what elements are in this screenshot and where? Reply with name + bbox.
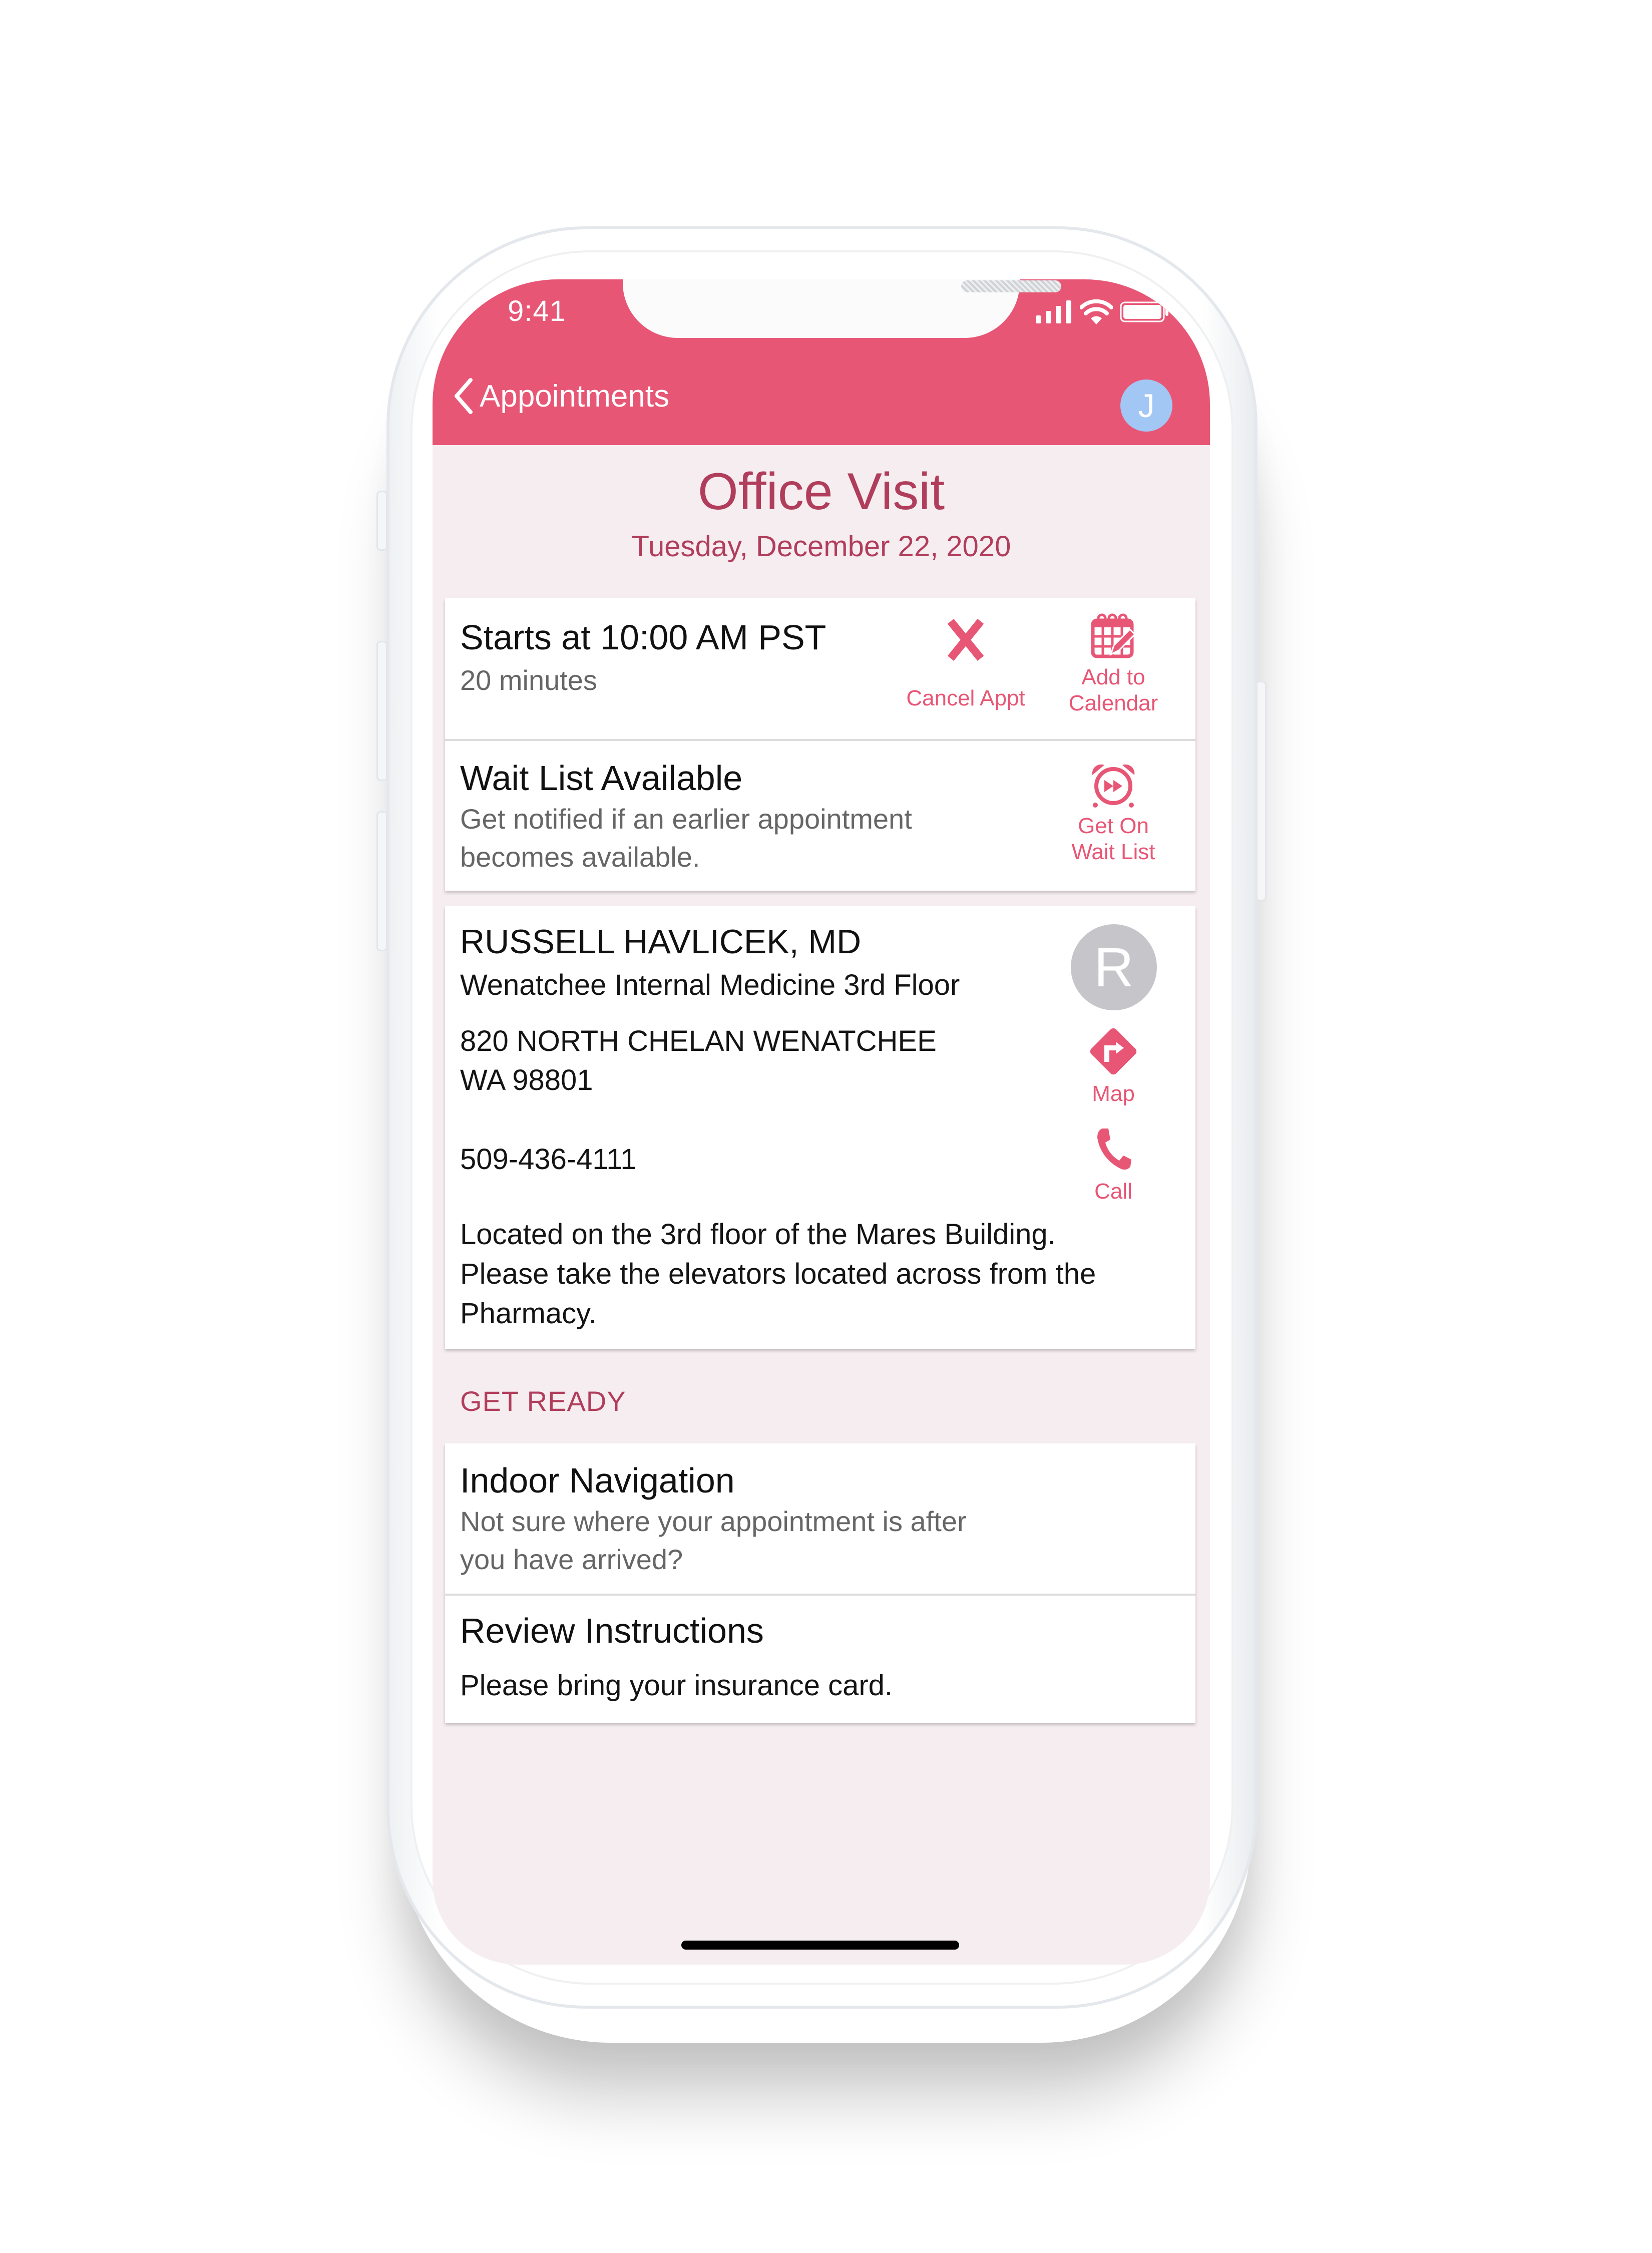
notch xyxy=(623,279,1061,338)
get-on-wait-list-label-1: Get On xyxy=(1078,814,1149,838)
wifi-icon xyxy=(1080,299,1113,324)
directions-line-2: Please take the elevators located across… xyxy=(460,1258,1096,1290)
address-line-1: 820 NORTH CHELAN WENATCHEE xyxy=(460,1025,937,1057)
battery-icon xyxy=(1120,301,1168,322)
status-time: 9:41 xyxy=(508,295,566,327)
user-avatar[interactable]: J xyxy=(1120,380,1172,432)
nav-header: 9:41 Appointments J xyxy=(433,279,1210,445)
map-button[interactable]: Map xyxy=(1051,1024,1176,1107)
wait-list-title: Wait List Available xyxy=(460,759,743,798)
close-icon xyxy=(947,618,984,661)
add-to-calendar-label-2: Calendar xyxy=(1068,691,1158,715)
appointment-time-row: Starts at 10:00 AM PST 20 minutes Cancel… xyxy=(445,598,1195,739)
user-avatar-initial: J xyxy=(1138,387,1155,424)
back-button[interactable]: Appointments xyxy=(453,377,669,415)
status-icons xyxy=(1036,299,1170,324)
indoor-navigation-desc-2: you have arrived? xyxy=(460,1544,683,1575)
signal-icon xyxy=(1036,300,1071,323)
phone-icon xyxy=(1097,1129,1131,1170)
home-indicator[interactable] xyxy=(681,1941,959,1950)
review-instructions-title: Review Instructions xyxy=(460,1611,764,1650)
provider-avatar: R xyxy=(1071,924,1157,1010)
back-label: Appointments xyxy=(480,379,670,414)
review-instructions-row[interactable]: Review Instructions Please bring your in… xyxy=(445,1594,1195,1723)
provider-name: RUSSELL HAVLICEK, MD xyxy=(460,923,862,961)
volume-up-button xyxy=(376,641,387,781)
provider-card: RUSSELL HAVLICEK, MD Wenatchee Internal … xyxy=(445,906,1195,1349)
appointment-date: Tuesday, December 22, 2020 xyxy=(631,530,1011,563)
indoor-navigation-title: Indoor Navigation xyxy=(460,1461,735,1500)
indoor-navigation-desc-1: Not sure where your appointment is after xyxy=(460,1506,967,1537)
directions-icon xyxy=(1090,1028,1137,1075)
alarm-clock-fast-forward-icon xyxy=(1092,764,1135,808)
speaker-grill xyxy=(961,280,1061,292)
map-label: Map xyxy=(1092,1081,1135,1106)
start-time: Starts at 10:00 AM PST xyxy=(460,618,827,657)
get-ready-card: Indoor Navigation Not sure where your ap… xyxy=(445,1443,1195,1723)
provider-phone: 509-436-4111 xyxy=(460,1143,637,1176)
provider-avatar-initial: R xyxy=(1094,936,1134,998)
add-to-calendar-button[interactable]: Add to Calendar xyxy=(1048,613,1178,716)
review-instructions-desc: Please bring your insurance card. xyxy=(460,1669,893,1702)
call-button[interactable]: Call xyxy=(1051,1126,1176,1205)
get-on-wait-list-button[interactable]: Get On Wait List xyxy=(1048,761,1178,865)
appointment-summary-card: Starts at 10:00 AM PST 20 minutes Cancel… xyxy=(445,598,1195,891)
wait-list-desc-1: Get notified if an earlier appointment xyxy=(460,803,912,835)
directions-line-1: Located on the 3rd floor of the Mares Bu… xyxy=(460,1218,1056,1251)
calendar-edit-icon xyxy=(1091,613,1136,658)
duration: 20 minutes xyxy=(460,664,597,696)
get-ready-section-label: GET READY xyxy=(460,1385,626,1417)
get-on-wait-list-label-2: Wait List xyxy=(1071,840,1155,864)
provider-department: Wenatchee Internal Medicine 3rd Floor xyxy=(460,969,960,1001)
volume-down-button xyxy=(376,811,387,951)
chevron-left-icon xyxy=(455,378,473,414)
indoor-navigation-row[interactable]: Indoor Navigation Not sure where your ap… xyxy=(445,1443,1195,1594)
silent-switch xyxy=(376,491,387,551)
wait-list-desc-2: becomes available. xyxy=(460,841,700,873)
call-label: Call xyxy=(1094,1179,1132,1204)
cancel-appointment-button[interactable]: Cancel Appt xyxy=(891,618,1041,711)
address-line-2: WA 98801 xyxy=(460,1064,593,1096)
wait-list-row: Wait List Available Get notified if an e… xyxy=(445,739,1195,891)
add-to-calendar-label-1: Add to xyxy=(1081,665,1145,689)
cancel-appointment-label: Cancel Appt xyxy=(906,686,1025,710)
appointment-type-title: Office Visit xyxy=(697,463,945,521)
directions-line-3: Pharmacy. xyxy=(460,1297,597,1330)
app-screen: 9:41 Appointments J Office Visit Tuesday… xyxy=(433,279,1210,1965)
